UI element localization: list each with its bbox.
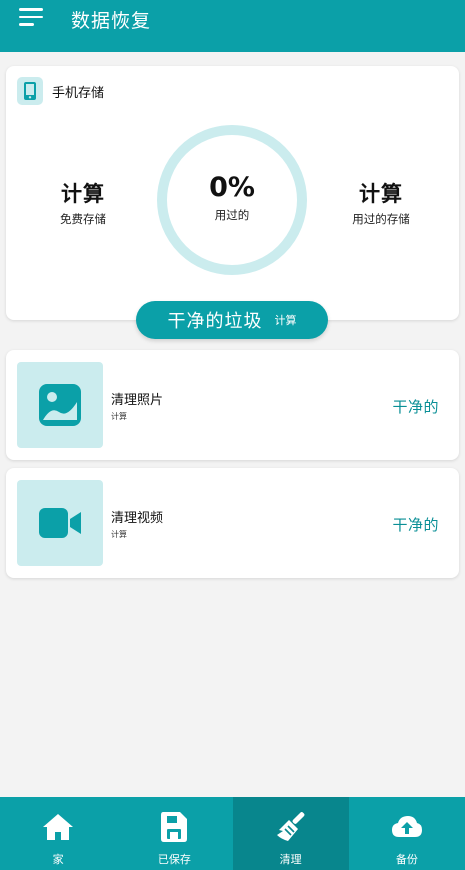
- storage-card: 手机存储 计算 免费存储 0% 用过的 计算 用过的存储: [6, 66, 459, 320]
- cloud-upload-icon: [391, 811, 423, 843]
- used-percent: 0%: [209, 171, 255, 203]
- used-storage-stat: 计算 用过的存储: [316, 178, 446, 227]
- clean-videos-card[interactable]: 清理视频 计算 干净的: [6, 468, 459, 578]
- menu-icon-line: [19, 23, 34, 26]
- menu-button[interactable]: [19, 8, 47, 30]
- save-icon: [161, 811, 188, 843]
- home-icon: [42, 811, 74, 843]
- nav-backup[interactable]: 备份: [349, 797, 465, 870]
- clean-photos-action[interactable]: 干净的: [392, 396, 439, 417]
- used-label: 用过的: [214, 207, 250, 222]
- nav-home-label: 家: [52, 853, 64, 866]
- clean-videos-title: 清理视频: [111, 511, 164, 526]
- nav-home[interactable]: 家: [0, 797, 116, 870]
- photo-thumb: [17, 362, 103, 448]
- bottom-nav: 家 已保存 清理 备份: [0, 797, 465, 870]
- phone-icon: [17, 77, 43, 105]
- menu-icon-line: [19, 8, 43, 11]
- video-thumb: [17, 480, 103, 566]
- nav-clean-label: 清理: [279, 853, 302, 866]
- image-icon: [39, 384, 81, 426]
- clean-junk-label: 干净的垃圾: [167, 311, 263, 332]
- clean-videos-status: 计算: [111, 530, 127, 539]
- video-icon: [39, 508, 81, 538]
- clean-junk-button[interactable]: 干净的垃圾 计算: [136, 301, 328, 339]
- app-title: 数据恢复: [71, 10, 152, 32]
- storage-header: 手机存储: [17, 77, 104, 105]
- nav-saved-label: 已保存: [157, 853, 191, 866]
- free-storage-label: 免费存储: [60, 212, 106, 226]
- clean-photos-title: 清理照片: [111, 393, 164, 408]
- nav-saved[interactable]: 已保存: [116, 797, 232, 870]
- storage-label: 手机存储: [52, 85, 105, 101]
- app-bar: 数据恢复: [0, 0, 465, 52]
- free-storage-value: 计算: [61, 182, 105, 206]
- clean-photos-card[interactable]: 清理照片 计算 干净的: [6, 350, 459, 460]
- clean-videos-action[interactable]: 干净的: [392, 514, 439, 535]
- used-storage-label: 用过的存储: [352, 212, 410, 226]
- broom-icon: [275, 811, 307, 843]
- clean-photos-status: 计算: [111, 412, 127, 421]
- clean-junk-status: 计算: [274, 314, 297, 327]
- free-storage-stat: 计算 免费存储: [18, 178, 148, 227]
- nav-backup-label: 备份: [395, 853, 418, 866]
- menu-icon-line: [19, 15, 43, 18]
- nav-clean[interactable]: 清理: [232, 797, 349, 870]
- usage-ring: 0% 用过的: [155, 123, 309, 277]
- used-storage-value: 计算: [359, 182, 403, 206]
